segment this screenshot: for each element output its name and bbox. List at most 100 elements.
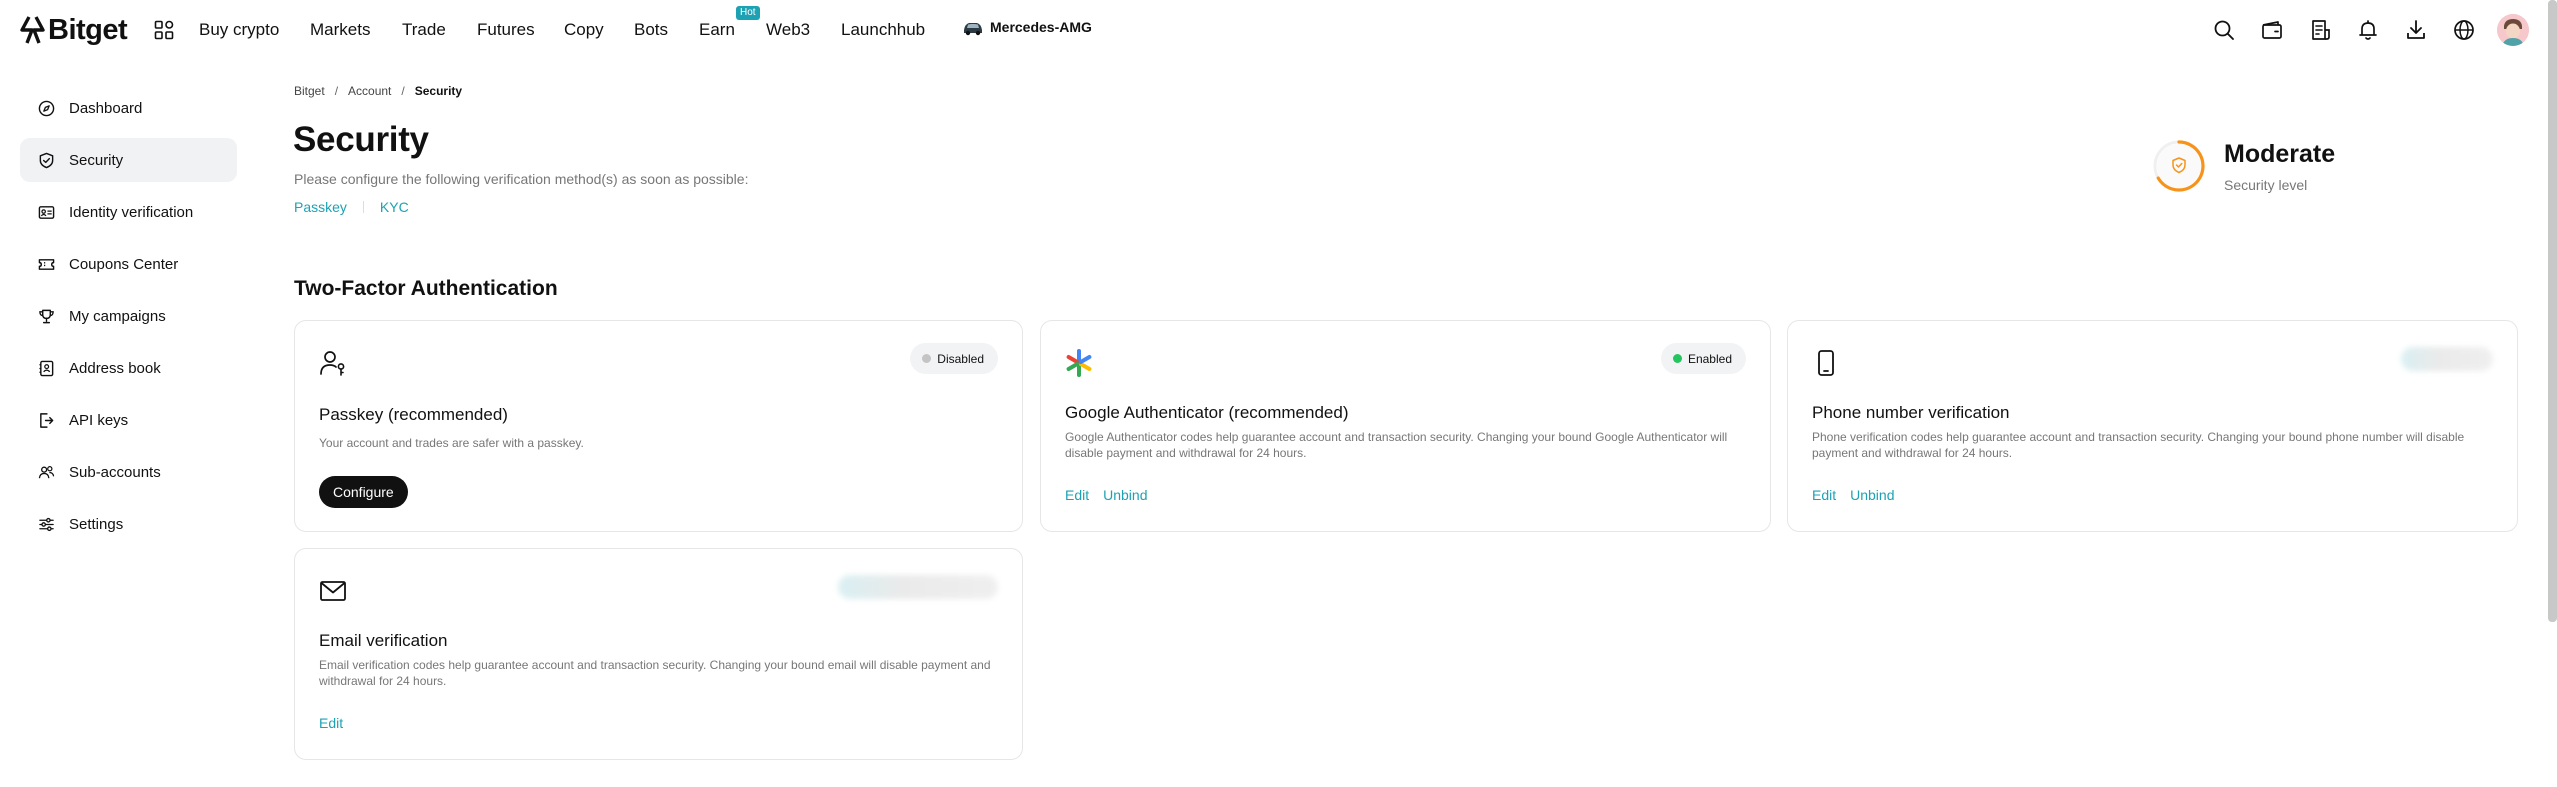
id-card-icon (38, 205, 55, 219)
sidebar-item-label: Security (69, 151, 124, 169)
card-title: Passkey (recommended) (319, 405, 508, 424)
breadcrumb-item-bitget[interactable]: Bitget (294, 84, 325, 98)
edit-google-authenticator-link[interactable]: Edit (1065, 487, 1089, 503)
unbind-google-authenticator-link[interactable]: Unbind (1103, 487, 1147, 503)
card-title: Google Authenticator (recommended) (1065, 403, 1349, 422)
bitget-logo[interactable]: Bitget (20, 12, 128, 48)
google-authenticator-icon (1066, 349, 1092, 377)
security-level-ring (2152, 139, 2206, 193)
sidebar-item-label: Sub-accounts (69, 463, 161, 481)
nav-markets[interactable]: Markets (310, 20, 370, 40)
card-description: Phone verification codes help guarantee … (1812, 430, 2465, 460)
sidebar-item-label: My campaigns (69, 307, 166, 325)
nav-trade[interactable]: Trade (402, 20, 446, 40)
users-icon (38, 465, 55, 478)
security-level-indicator: Moderate Security level (2152, 139, 2335, 193)
promo-mercedes-amg[interactable]: Mercedes-AMG (962, 18, 1092, 36)
passkey-link[interactable]: Passkey (294, 199, 347, 215)
trophy-icon (39, 309, 54, 323)
nav-futures[interactable]: Futures (477, 20, 535, 40)
page-scrollbar[interactable] (2548, 0, 2557, 622)
card-actions: Edit (319, 715, 357, 731)
compass-icon (38, 100, 55, 116)
sidebar-item-label: Address book (69, 359, 161, 377)
nav-copy[interactable]: Copy (564, 20, 604, 40)
user-avatar[interactable] (2497, 14, 2529, 46)
sidebar-item-my-campaigns[interactable]: My campaigns (20, 294, 237, 338)
sidebar-item-security[interactable]: Security (20, 138, 237, 182)
avatar-face-icon (2497, 14, 2529, 46)
passkey-card: Disabled Passkey (recommended) Your acco… (294, 320, 1023, 532)
search-icon[interactable] (2212, 18, 2236, 42)
brand-name: Bitget (48, 13, 128, 46)
envelope-icon (320, 581, 346, 601)
nav-earn[interactable]: Earn (699, 20, 735, 40)
sidebar-item-label: Settings (69, 515, 124, 533)
status-badge-enabled: Enabled (1660, 343, 1746, 374)
sidebar-item-address-book[interactable]: Address book (20, 346, 237, 390)
sidebar-item-label: API keys (69, 411, 129, 429)
phone-icon (1818, 350, 1834, 376)
sidebar-item-identity-verification[interactable]: Identity verification (20, 190, 237, 234)
security-level-caption: Security level (2224, 176, 2308, 193)
link-divider (362, 201, 364, 213)
address-book-icon (39, 360, 54, 376)
status-dot (922, 354, 932, 363)
car-icon (964, 23, 982, 36)
breadcrumb-separator: / (401, 84, 405, 98)
top-navbar: Bitget Buy crypto Markets Trade Futures … (0, 0, 2557, 60)
breadcrumb-separator: / (334, 84, 339, 98)
card-actions: Edit Unbind (1065, 487, 1162, 503)
wallet-icon[interactable] (2260, 18, 2284, 42)
configure-passkey-button[interactable]: Configure (319, 476, 408, 508)
card-actions: Edit Unbind (1812, 487, 1909, 503)
status-badge-label: Disabled (937, 351, 984, 366)
hot-badge: Hot (736, 6, 760, 20)
google-authenticator-card: Enabled Google Authenticator (recommende… (1040, 320, 1771, 532)
nav-buy-crypto[interactable]: Buy crypto (199, 20, 279, 40)
bitget-logo-icon (20, 16, 45, 44)
phone-verification-card: Phone number verification Phone verifica… (1787, 320, 2518, 532)
orders-icon[interactable] (2308, 18, 2332, 42)
promo-label: Mercedes-AMG (990, 19, 1092, 35)
card-description: Your account and trades are safer with a… (319, 436, 584, 450)
shield-icon (39, 152, 54, 168)
card-description: Email verification codes help guarantee … (319, 658, 991, 688)
status-dot (1672, 354, 1682, 363)
security-level-label: Moderate (2224, 139, 2336, 168)
apps-grid-icon[interactable] (154, 20, 174, 40)
passkey-user-icon (320, 351, 345, 376)
page-title: Security (293, 120, 429, 159)
sidebar-item-settings[interactable]: Settings (20, 502, 237, 546)
kyc-link[interactable]: KYC (380, 199, 409, 215)
two-factor-section-title: Two-Factor Authentication (294, 277, 558, 300)
sidebar-item-label: Dashboard (69, 99, 143, 117)
sidebar-item-dashboard[interactable]: Dashboard (20, 86, 237, 130)
card-title: Email verification (319, 631, 448, 650)
masked-email-address (838, 575, 998, 599)
email-verification-card: Email verification Email verification co… (294, 548, 1023, 760)
download-icon[interactable] (2404, 18, 2428, 42)
card-title: Phone number verification (1812, 403, 2010, 422)
ticket-icon (38, 258, 55, 270)
breadcrumb-item-security: Security (414, 84, 463, 98)
globe-icon[interactable] (2452, 18, 2476, 42)
sidebar-item-coupons-center[interactable]: Coupons Center (20, 242, 237, 286)
verification-quick-links: Passkey KYC (294, 199, 409, 215)
bell-icon[interactable] (2356, 18, 2380, 42)
sidebar-item-sub-accounts[interactable]: Sub-accounts (20, 450, 237, 494)
nav-launchhub[interactable]: Launchhub (841, 20, 925, 40)
nav-bots[interactable]: Bots (634, 20, 668, 40)
unbind-phone-link[interactable]: Unbind (1850, 487, 1894, 503)
edit-email-link[interactable]: Edit (319, 715, 343, 731)
sidebar-item-label: Coupons Center (69, 255, 179, 273)
account-sidebar: Dashboard Security Identity verification… (20, 86, 237, 554)
breadcrumb: Bitget / Account / Security (294, 84, 462, 98)
sidebar-item-api-keys[interactable]: API keys (20, 398, 237, 442)
edit-phone-link[interactable]: Edit (1812, 487, 1836, 503)
sidebar-item-label: Identity verification (69, 203, 194, 221)
masked-phone-number (2401, 347, 2493, 371)
breadcrumb-item-account[interactable]: Account (348, 84, 391, 98)
security-level-gauge (2153, 140, 2205, 192)
nav-web3[interactable]: Web3 (766, 20, 810, 40)
